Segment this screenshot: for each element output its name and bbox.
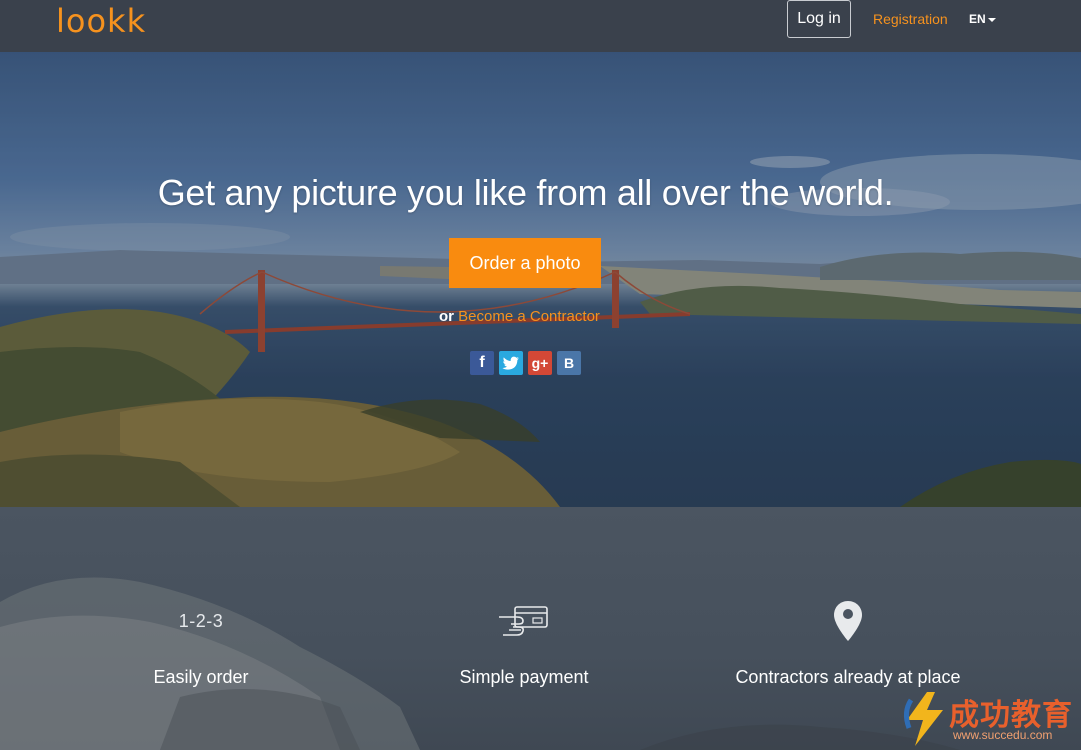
hero-section: Get any picture you like from all over t… [0,52,1081,507]
hero-headline: Get any picture you like from all over t… [157,172,894,213]
top-navbar: lookk Log in Registration EN [0,0,1081,52]
watermark-logo-icon [903,692,943,746]
caret-down-icon [987,17,996,22]
logo[interactable]: lookk [56,2,146,40]
become-contractor-link[interactable]: Become a Contractor [458,308,600,325]
become-contractor-line: or Become a Contractor [439,308,600,325]
watermark: 成功教育 www.succedu.com [899,690,1081,750]
registration-link[interactable]: Registration [873,11,948,27]
google-plus-icon[interactable]: g+ [528,351,552,375]
twitter-icon[interactable] [499,351,523,375]
language-label: EN [969,12,986,26]
order-photo-button[interactable]: Order a photo [449,238,601,288]
vkontakte-icon[interactable]: B [557,351,581,375]
language-selector[interactable]: EN [969,12,996,26]
card-hand-icon [424,599,624,643]
feature-label: Easily order [153,667,249,687]
or-text: or [439,308,454,325]
feature-label: Simple payment [459,667,589,687]
facebook-icon[interactable]: f [470,351,494,375]
map-pin-icon [728,599,968,643]
social-share-buttons: f g+ B [470,351,581,375]
steps-icon: 1-2-3 [178,610,224,631]
watermark-url: www.succedu.com [953,728,1053,742]
feature-label: Contractors already at place [735,667,961,687]
login-button[interactable]: Log in [787,0,851,38]
